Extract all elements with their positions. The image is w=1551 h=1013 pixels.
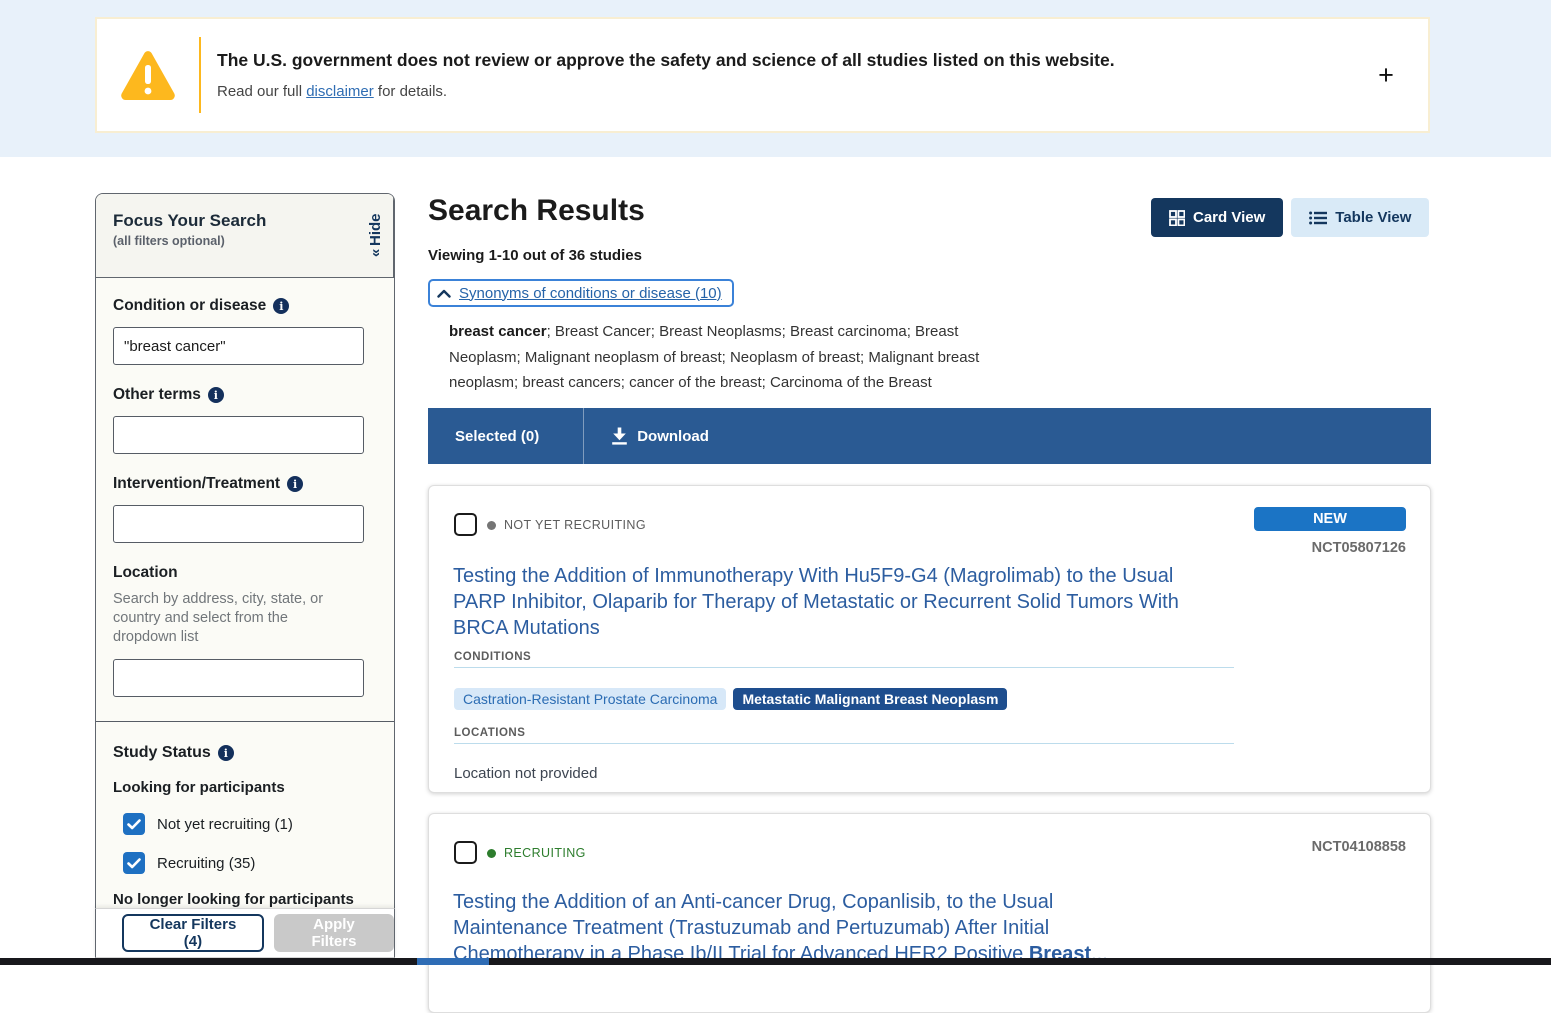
filter-not-yet-recruiting[interactable]: Not yet recruiting (1) bbox=[123, 813, 364, 835]
sidebar-subtitle: (all filters optional) bbox=[113, 234, 358, 248]
status-dot-icon bbox=[487, 521, 496, 530]
conditions-label: CONDITIONS bbox=[454, 651, 531, 663]
sidebar-divider bbox=[96, 721, 394, 722]
locations-label: LOCATIONS bbox=[454, 727, 525, 739]
other-terms-label: Other terms bbox=[113, 386, 364, 404]
study-status-info-icon[interactable] bbox=[218, 745, 234, 761]
study-select-checkbox[interactable] bbox=[454, 513, 477, 536]
condition-input[interactable] bbox=[113, 327, 364, 365]
location-helper-text: Search by address, city, state, or count… bbox=[113, 590, 348, 647]
other-terms-label-text: Other terms bbox=[113, 386, 201, 404]
collapse-chevron-icon: « bbox=[367, 249, 384, 257]
study-title-link[interactable]: Testing the Addition of Immunotherapy Wi… bbox=[453, 563, 1213, 641]
card-view-label: Card View bbox=[1193, 209, 1265, 226]
banner-read-suffix: for details. bbox=[374, 83, 447, 100]
results-action-bar: Selected (0) Download bbox=[428, 408, 1431, 464]
apply-filters-button[interactable]: Apply Filters bbox=[274, 914, 394, 952]
hide-filters-button[interactable]: « Hide bbox=[358, 194, 394, 277]
banner-heading: The U.S. government does not review or a… bbox=[217, 50, 1366, 71]
location-label: Location bbox=[113, 564, 364, 582]
synonyms-list: breast cancer; Breast Cancer; Breast Neo… bbox=[449, 319, 1009, 396]
condition-info-icon[interactable] bbox=[273, 298, 289, 314]
list-icon bbox=[1309, 211, 1327, 225]
condition-tag-highlighted[interactable]: Metastatic Malignant Breast Neoplasm bbox=[733, 688, 1007, 710]
intervention-label: Intervention/Treatment bbox=[113, 475, 364, 493]
banner-expand-button[interactable]: + bbox=[1366, 55, 1406, 95]
filter-label: Recruiting (35) bbox=[157, 855, 255, 872]
nct-id: NCT04108858 bbox=[1312, 839, 1406, 855]
synonyms-search-term: breast cancer bbox=[449, 323, 547, 340]
intervention-info-icon[interactable] bbox=[287, 476, 303, 492]
study-select-checkbox[interactable] bbox=[454, 841, 477, 864]
filter-label: Not yet recruiting (1) bbox=[157, 816, 293, 833]
condition-tag[interactable]: Castration-Resistant Prostate Carcinoma bbox=[454, 688, 726, 710]
filters-sidebar: Focus Your Search (all filters optional)… bbox=[95, 193, 395, 965]
banner-subtext: Read our full disclaimer for details. bbox=[217, 83, 1366, 100]
table-view-button[interactable]: Table View bbox=[1291, 198, 1429, 237]
selected-count-button[interactable]: Selected (0) bbox=[428, 428, 583, 445]
location-text: Location not provided bbox=[454, 765, 597, 782]
locations-rule bbox=[454, 743, 1234, 744]
warning-icon bbox=[119, 49, 177, 101]
study-status: NOT YET RECRUITING bbox=[487, 518, 646, 532]
download-button[interactable]: Download bbox=[611, 427, 709, 445]
table-view-label: Table View bbox=[1335, 209, 1411, 226]
study-title-text: Testing the Addition of an Anti-cancer D… bbox=[453, 891, 1053, 965]
intervention-label-text: Intervention/Treatment bbox=[113, 475, 280, 493]
study-card: NOT YET RECRUITING NEW NCT05807126 Testi… bbox=[428, 485, 1431, 793]
study-card: RECRUITING NCT04108858 Testing the Addit… bbox=[428, 813, 1431, 1013]
status-label: RECRUITING bbox=[504, 846, 586, 860]
page-title: Search Results bbox=[428, 194, 645, 228]
clear-filters-button[interactable]: Clear Filters (4) bbox=[122, 914, 264, 952]
hide-label: Hide bbox=[367, 214, 384, 247]
bottom-footer-edge bbox=[0, 958, 1551, 965]
warning-icon-wrap bbox=[97, 49, 199, 101]
study-status-heading-text: Study Status bbox=[113, 744, 211, 762]
disclaimer-link[interactable]: disclaimer bbox=[306, 83, 374, 100]
checkbox-checked-icon[interactable] bbox=[123, 852, 145, 874]
bottom-footer-accent bbox=[417, 958, 489, 965]
other-terms-info-icon[interactable] bbox=[208, 387, 224, 403]
synonyms-toggle[interactable]: Synonyms of conditions or disease (10) bbox=[428, 279, 734, 307]
other-terms-input[interactable] bbox=[113, 416, 364, 454]
study-status-heading: Study Status bbox=[113, 744, 364, 762]
sidebar-header: Focus Your Search (all filters optional)… bbox=[96, 194, 394, 278]
study-title-link[interactable]: Testing the Addition of an Anti-cancer D… bbox=[453, 889, 1153, 967]
study-status: RECRUITING bbox=[487, 846, 586, 860]
new-badge: NEW bbox=[1254, 507, 1406, 531]
results-count: Viewing 1-10 out of 36 studies bbox=[428, 247, 642, 264]
condition-label: Condition or disease bbox=[113, 297, 364, 315]
status-label: NOT YET RECRUITING bbox=[504, 518, 646, 532]
download-icon bbox=[611, 427, 628, 445]
disclaimer-banner: The U.S. government does not review or a… bbox=[95, 17, 1430, 133]
action-bar-divider bbox=[583, 408, 584, 464]
condition-tags: Castration-Resistant Prostate Carcinoma … bbox=[454, 688, 1007, 710]
looking-for-participants-heading: Looking for participants bbox=[113, 779, 364, 796]
synonyms-link[interactable]: Synonyms of conditions or disease (10) bbox=[459, 285, 722, 302]
banner-read-prefix: Read our full bbox=[217, 83, 306, 100]
sidebar-footer: Clear Filters (4) Apply Filters bbox=[95, 908, 395, 958]
location-input[interactable] bbox=[113, 659, 364, 697]
sidebar-title: Focus Your Search bbox=[113, 211, 358, 231]
no-longer-looking-heading: No longer looking for participants bbox=[113, 891, 364, 908]
status-dot-icon bbox=[487, 849, 496, 858]
filter-recruiting[interactable]: Recruiting (35) bbox=[123, 852, 364, 874]
intervention-input[interactable] bbox=[113, 505, 364, 543]
card-view-button[interactable]: Card View bbox=[1151, 198, 1283, 237]
condition-label-text: Condition or disease bbox=[113, 297, 266, 315]
view-toggle-group: Card View Table View bbox=[1151, 198, 1429, 237]
conditions-rule bbox=[454, 667, 1234, 668]
nct-id: NCT05807126 bbox=[1312, 540, 1406, 556]
grid-icon bbox=[1169, 210, 1185, 226]
download-label: Download bbox=[637, 428, 709, 445]
checkbox-checked-icon[interactable] bbox=[123, 813, 145, 835]
chevron-up-icon bbox=[437, 289, 451, 298]
